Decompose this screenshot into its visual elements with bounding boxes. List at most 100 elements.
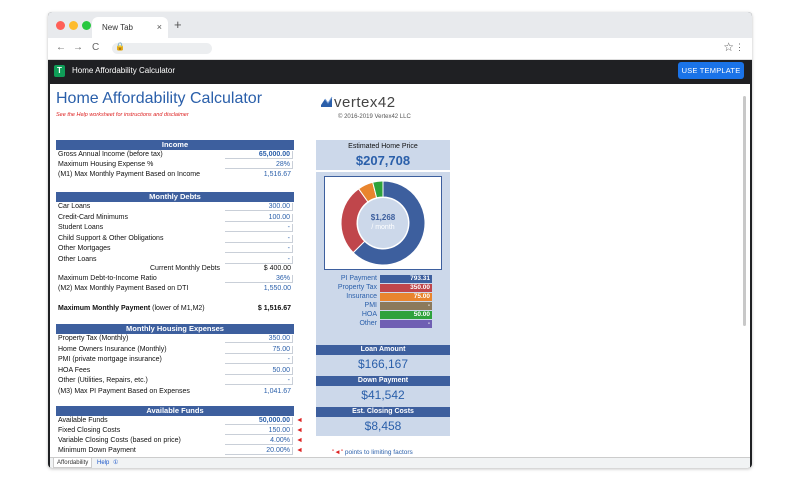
debts-row-label: Student Loans (58, 224, 104, 231)
new-tab-icon[interactable]: + (174, 17, 182, 32)
closing-costs-header: Est. Closing Costs (316, 407, 450, 417)
limiting-note-text: points to limiting factors (343, 449, 413, 456)
tab-strip: New Tab × + (48, 12, 752, 38)
sheet-title: Home Affordability Calculator (56, 90, 263, 107)
tab-affordability[interactable]: Affordability (53, 458, 93, 468)
legend-row: Insurance 75.00 (316, 293, 450, 301)
housing-row-value[interactable]: 75.00 (225, 345, 293, 354)
monthly-debts-header: Monthly Debts (56, 192, 294, 202)
limiting-factor-marker: ◄ (296, 417, 303, 424)
debts-row-value[interactable]: 100.00 (225, 213, 293, 222)
legend-row: Other - (316, 320, 450, 328)
reload-icon[interactable]: C (92, 42, 99, 53)
housing-row-value[interactable]: 50.00 (225, 366, 293, 375)
help-note: See the Help worksheet for instructions … (56, 112, 189, 118)
summary-panel: Estimated Home Price $207,708 $1,268 / m… (316, 140, 450, 436)
dti-ratio-label: Maximum Debt-to-Income Ratio (58, 275, 157, 282)
income-row-label: Gross Annual Income (before tax) (58, 151, 163, 158)
sheet-tabs-bar: Affordability Help ① (50, 457, 750, 468)
browser-menu-icon[interactable]: ⋮ (735, 42, 744, 53)
legend-label: PMI (364, 302, 377, 309)
housing-row-value[interactable]: - (225, 377, 293, 385)
limiting-factor-marker: ◄ (296, 437, 303, 444)
maximize-window-dot[interactable] (82, 21, 91, 30)
legend-row: PI Payment 793.31 (316, 275, 450, 283)
debts-row-label: Car Loans (58, 203, 91, 210)
funds-row-value[interactable]: 50,000.00 (225, 417, 293, 425)
funds-row-label: Variable Closing Costs (based on price) (58, 437, 181, 444)
donut-chart-frame: $1,268 / month (324, 176, 442, 270)
max-payment-label-text: Maximum Monthly Payment (58, 305, 151, 312)
income-row-value[interactable]: 65,000.00 (225, 151, 293, 159)
app-header: T Home Affordability Calculator USE TEMP… (48, 60, 752, 82)
housing-expenses-header: Monthly Housing Expenses (56, 324, 294, 334)
bookmark-star-icon[interactable]: ☆ (723, 40, 734, 54)
use-template-button[interactable]: USE TEMPLATE (678, 62, 744, 79)
payment-donut-chart (340, 180, 426, 266)
debts-row-label: Child Support & Other Obligations (58, 234, 164, 242)
limiting-factor-marker: ◄ (296, 427, 303, 434)
back-icon[interactable]: ← (56, 42, 66, 53)
legend-value-bar: 50.00 (380, 311, 432, 319)
income-row-value: 1,516.67 (263, 171, 291, 178)
limiting-marker: "◄" (332, 449, 344, 456)
income-header: Income (56, 140, 294, 150)
debts-row-label: Other Mortgages (58, 245, 111, 252)
loan-amount-header: Loan Amount (316, 345, 450, 355)
panel-divider (316, 170, 450, 172)
debts-row-value[interactable]: - (225, 255, 293, 264)
forward-icon[interactable]: → (73, 42, 83, 53)
housing-row-value: 1,041.67 (263, 387, 291, 395)
browser-window: New Tab × + ← → C 🔒 ☆ ⋮ T Home Affordabi… (48, 12, 752, 468)
browser-tab[interactable]: New Tab × (92, 17, 168, 38)
tab-title: New Tab (102, 23, 133, 32)
dti-ratio-value[interactable]: 36% (225, 275, 293, 283)
housing-row-value[interactable]: - (225, 356, 293, 364)
legend-value-bar: 75.00 (380, 293, 432, 301)
vertex42-logo-icon (321, 96, 333, 107)
housing-row-label: HOA Fees (58, 366, 91, 374)
debts-row-value[interactable]: - (225, 224, 293, 232)
legend-row: Property Tax 350.00 (316, 284, 450, 292)
max-payment-label-suffix: (lower of M1,M2) (150, 305, 205, 312)
income-row-value[interactable]: 28% (225, 161, 293, 169)
vertex42-logo-text: vertex42 (334, 94, 396, 111)
down-payment-value: $41,542 (361, 388, 405, 402)
legend-label: PI Payment (340, 275, 377, 282)
max-payment-label: Maximum Monthly Payment (lower of M1,M2) (58, 305, 205, 312)
debts-row-label: Other Loans (58, 255, 97, 263)
legend-label: Other (359, 320, 377, 327)
m2-value: 1,550.00 (263, 285, 291, 292)
tab-close-icon[interactable]: × (157, 22, 162, 32)
housing-row-value[interactable]: 350.00 (225, 335, 293, 343)
funds-row-value[interactable]: 150.00 (225, 427, 293, 435)
limiting-factor-marker: ◄ (296, 447, 303, 454)
minimize-window-dot[interactable] (69, 21, 78, 30)
debts-row-value[interactable]: - (225, 245, 293, 253)
copyright: © 2016-2019 Vertex42 LLC (338, 114, 411, 120)
housing-row-label: (M3) Max PI Payment Based on Expenses (58, 387, 190, 395)
lock-icon: 🔒 (115, 42, 125, 51)
income-row-label: Maximum Housing Expense % (58, 161, 154, 168)
legend-value-bar: - (380, 320, 432, 328)
close-window-dot[interactable] (56, 21, 65, 30)
address-bar-row: ← → C 🔒 ☆ ⋮ (48, 38, 752, 60)
funds-row-value[interactable]: 4.00% (225, 437, 293, 445)
funds-row-value[interactable]: 20.00% (225, 447, 293, 455)
home-price-value: $207,708 (355, 153, 411, 168)
closing-costs-value: $8,458 (364, 419, 402, 433)
debts-row-value[interactable]: 300.00 (225, 203, 293, 211)
down-payment-header: Down Payment (316, 376, 450, 386)
housing-row-label: Other (Utilities, Repairs, etc.) (58, 377, 148, 384)
debts-row-value[interactable]: - (225, 234, 293, 243)
legend-row: HOA 50.00 (316, 311, 450, 319)
income-row-label: (M1) Max Monthly Payment Based on Income (58, 171, 201, 178)
app-title: Home Affordability Calculator (72, 66, 176, 75)
debts-row-label: Credit-Card Minimums (58, 213, 129, 221)
current-debts-label: Current Monthly Debts (150, 265, 221, 272)
funds-row-label: Available Funds (58, 417, 108, 424)
donut-center-unit: / month (371, 224, 395, 231)
address-bar[interactable] (112, 43, 212, 54)
vertical-scrollbar[interactable] (743, 96, 746, 326)
tab-info-icon[interactable]: ① (110, 458, 121, 468)
